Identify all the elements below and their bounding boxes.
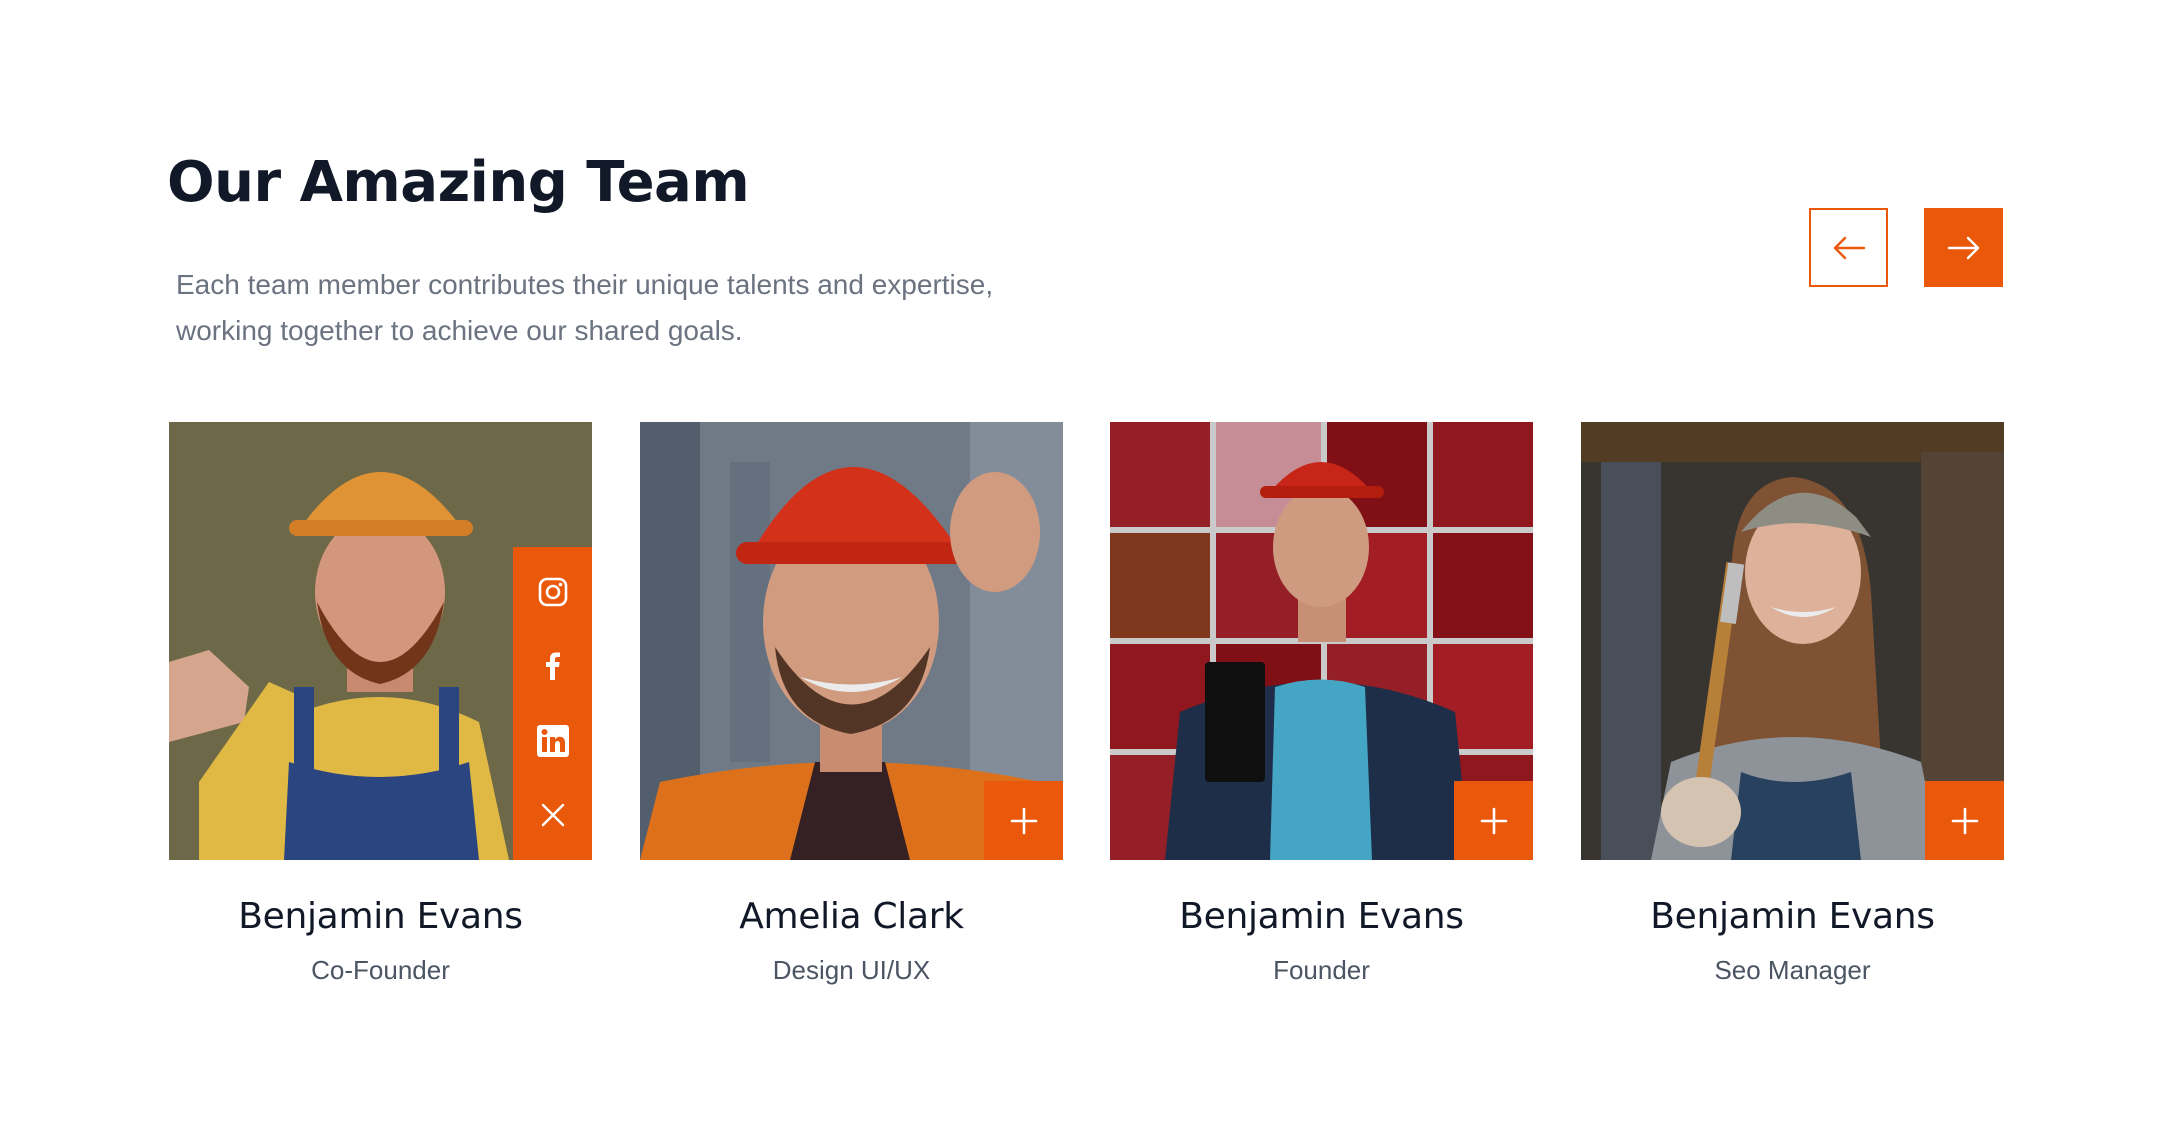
facebook-link[interactable] — [513, 636, 592, 696]
member-role: Co-Founder — [311, 955, 450, 985]
member-name: Benjamin Evans — [1179, 896, 1464, 937]
arrow-right-icon — [1947, 236, 1979, 259]
member-name: Amelia Clark — [739, 896, 964, 937]
facebook-icon — [545, 652, 560, 681]
section-title: Our Amazing Team — [167, 150, 750, 215]
member-photo — [169, 422, 592, 860]
member-role: Design UI/UX — [772, 955, 931, 985]
social-panel — [513, 547, 592, 860]
team-card: Benjamin Evans Founder — [1110, 422, 1533, 986]
member-role: Founder — [1273, 955, 1370, 985]
next-button[interactable] — [1924, 208, 2003, 287]
member-name: Benjamin Evans — [1650, 896, 1935, 937]
arrow-left-icon — [1833, 236, 1865, 259]
plus-icon — [1951, 807, 1978, 834]
instagram-icon — [538, 577, 567, 607]
team-card: Benjamin Evans Seo Manager — [1581, 422, 2004, 986]
close-social-button[interactable] — [513, 785, 592, 845]
plus-icon — [1010, 807, 1037, 834]
member-photo — [640, 422, 1063, 860]
show-social-button[interactable] — [1454, 781, 1533, 860]
show-social-button[interactable] — [1925, 781, 2004, 860]
member-photo — [1110, 422, 1533, 860]
team-section: Our Amazing Team Each team member contri… — [0, 0, 2160, 1128]
section-description: Each team member contributes their uniqu… — [176, 269, 994, 346]
member-photo — [1581, 422, 2004, 860]
linkedin-icon — [536, 724, 569, 757]
show-social-button[interactable] — [984, 781, 1063, 860]
member-role: Seo Manager — [1714, 955, 1871, 985]
linkedin-link[interactable] — [513, 711, 592, 771]
close-icon — [541, 803, 564, 827]
plus-icon — [1480, 807, 1507, 834]
prev-button[interactable] — [1809, 208, 1888, 287]
team-card: Amelia Clark Design UI/UX — [640, 422, 1063, 986]
member-name: Benjamin Evans — [238, 896, 523, 937]
team-card: Benjamin Evans Co-Founder — [169, 422, 592, 986]
instagram-link[interactable] — [513, 562, 592, 622]
